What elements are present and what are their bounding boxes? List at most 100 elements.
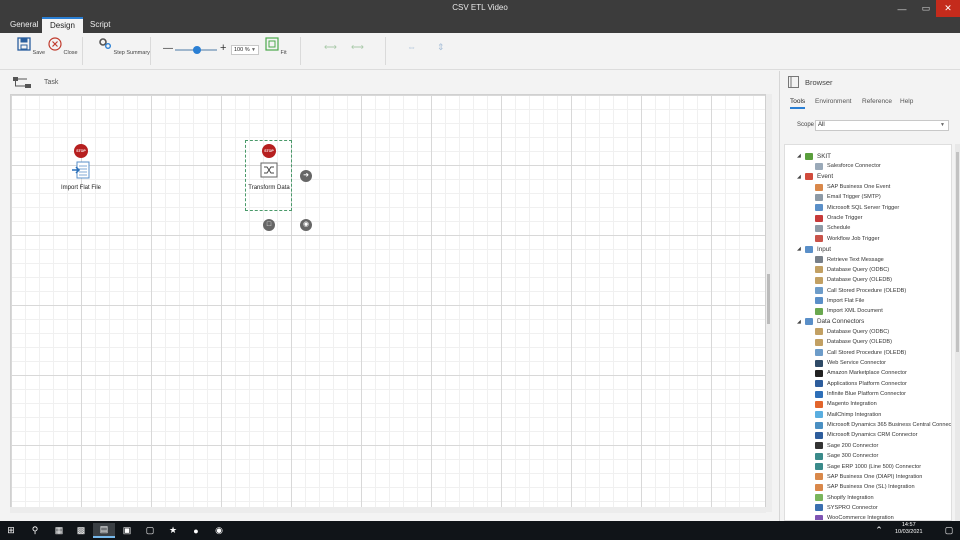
tree-scrollbar[interactable] [955, 144, 960, 521]
close-button[interactable]: Close [48, 37, 78, 56]
tree-item[interactable]: Workflow Job Trigger [815, 234, 879, 244]
task-flow-icon [13, 77, 31, 88]
tool-icon [815, 431, 823, 439]
tree-item[interactable]: Import Flat File [815, 296, 864, 306]
tree-category[interactable]: ◢ Data Connectors [797, 317, 864, 327]
search-icon[interactable]: ⚲ [24, 523, 46, 538]
app-icon[interactable]: ● [185, 523, 207, 538]
tree-item[interactable]: Amazon Marketplace Connector [815, 368, 907, 378]
system-clock[interactable]: 14:57 10/03/2021 [895, 522, 923, 536]
tree-item[interactable]: Applications Platform Connector [815, 379, 907, 389]
zoom-slider-thumb[interactable] [193, 46, 201, 54]
tree-item[interactable]: Web Service Connector [815, 358, 886, 368]
tree-item[interactable]: Shopify Integration [815, 493, 874, 503]
step-summary-button[interactable]: Step Summary [98, 37, 150, 56]
minimize-button[interactable]: — [890, 0, 914, 17]
tab-design[interactable]: Design [42, 17, 83, 33]
fit-icon [265, 37, 279, 51]
tree-label: Salesforce Connector [827, 163, 881, 170]
fit-button[interactable]: Fit [265, 37, 287, 56]
step-summary-label: Step Summary [113, 50, 150, 56]
browser-tab-environment[interactable]: Environment [815, 98, 852, 105]
expand-caret-icon[interactable]: ◢ [797, 319, 805, 325]
tree-item[interactable]: Microsoft SQL Server Trigger [815, 203, 899, 213]
scroll-thumb[interactable] [767, 274, 770, 324]
close-window-button[interactable]: ✕ [936, 0, 960, 17]
delete-step-icon[interactable]: □ [263, 219, 275, 231]
stop-badge: STOP [74, 144, 88, 158]
chrome-icon[interactable]: ◉ [208, 523, 230, 538]
file-explorer-icon[interactable]: ▩ [70, 523, 92, 538]
expand-caret-icon[interactable]: ◢ [797, 153, 805, 159]
node-import-flat-file[interactable]: STOP Import Flat File [58, 144, 104, 191]
app-icon[interactable]: ▣ [116, 523, 138, 538]
browser-tab-reference[interactable]: Reference [862, 98, 892, 105]
tree-item[interactable]: Email Trigger (SMTP) [815, 192, 881, 202]
tree-item[interactable]: SAP Business One (DIAPI) Integration [815, 472, 922, 482]
expand-caret-icon[interactable]: ◢ [797, 246, 805, 252]
tree-item[interactable]: Database Query (ODBC) [815, 327, 889, 337]
category-icon [805, 152, 813, 160]
comment-step-icon[interactable]: ◉ [300, 219, 312, 231]
app-icon[interactable]: ★ [162, 523, 184, 538]
app-icon[interactable]: ▢ [139, 523, 161, 538]
scope-select[interactable]: All ▼ [815, 120, 949, 131]
maximize-button[interactable]: ▭ [914, 0, 938, 17]
tree-category[interactable]: ◢ SKIT [797, 151, 831, 161]
next-step-icon[interactable]: ➜ [300, 170, 312, 182]
tree-item[interactable]: Microsoft Dynamics 365 Business Central … [815, 420, 951, 430]
tree-item[interactable]: MailChimp Integration [815, 410, 881, 420]
tree-item[interactable]: Database Query (OLEDB) [815, 275, 892, 285]
zoom-select[interactable]: 100 % ▼ [231, 45, 259, 55]
tree-item[interactable]: Magento Integration [815, 399, 877, 409]
distribute-horizontal-icon[interactable]: ⇔ [407, 42, 419, 52]
tree-label: Call Stored Procedure (OLEDB) [827, 287, 907, 294]
tree-item[interactable]: Retrieve Text Message [815, 255, 884, 265]
canvas-horizontal-scrollbar[interactable] [10, 507, 766, 513]
tree-category[interactable]: ◢ Input [797, 244, 831, 254]
tree-item[interactable]: Sage 300 Connector [815, 451, 878, 461]
tab-general[interactable]: General [2, 17, 46, 33]
etl-app-icon[interactable]: ▤ [93, 523, 115, 538]
tree-item[interactable]: SAP Business One Event [815, 182, 890, 192]
tree-item[interactable]: SAP Business One (SL) Integration [815, 482, 915, 492]
task-header [0, 71, 778, 93]
scroll-thumb[interactable] [956, 152, 959, 352]
system-tray-icon[interactable]: ⌃ [868, 523, 890, 538]
zoom-in-button[interactable]: + [220, 42, 226, 54]
tree-item[interactable]: Schedule [815, 223, 850, 233]
tree-item[interactable]: Sage ERP 1000 (Line 500) Connector [815, 462, 921, 472]
tree-category[interactable]: ◢ Event [797, 172, 833, 182]
tree-item[interactable]: Import XML Document [815, 306, 883, 316]
node-transform-data[interactable]: STOP Transform Data [246, 144, 292, 191]
expand-caret-icon[interactable]: ◢ [797, 174, 805, 180]
browser-tab-tools[interactable]: Tools [790, 98, 806, 109]
align-left-icon[interactable]: ⟷ [324, 42, 337, 52]
tool-icon [815, 452, 823, 460]
tree-item[interactable]: Call Stored Procedure (OLEDB) [815, 286, 906, 296]
tree-item[interactable]: Call Stored Procedure (OLEDB) [815, 348, 906, 358]
notifications-icon[interactable]: ▢ [938, 523, 960, 538]
browser-tab-help[interactable]: Help [900, 98, 913, 105]
task-view-icon[interactable]: ▦ [48, 523, 70, 538]
start-icon[interactable]: ⊞ [0, 523, 22, 538]
save-button[interactable]: Save [17, 37, 45, 56]
tree-item[interactable]: Sage 200 Connector [815, 441, 878, 451]
design-canvas[interactable] [10, 94, 766, 512]
zoom-out-button[interactable]: — [163, 43, 173, 54]
tree-item[interactable]: WooCommerce Integration [815, 513, 894, 520]
tree-item[interactable]: Microsoft Dynamics CRM Connector [815, 430, 917, 440]
distribute-vertical-icon[interactable]: ⇕ [437, 42, 449, 52]
tree-item[interactable]: Salesforce Connector [815, 161, 881, 171]
tree-item[interactable]: Infinite Blue Platform Connector [815, 389, 906, 399]
tree-label: Import XML Document [827, 308, 883, 315]
canvas-vertical-scrollbar[interactable] [766, 94, 772, 512]
tool-icon [815, 494, 823, 502]
tree-item[interactable]: SYSPRO Connector [815, 503, 878, 513]
tab-script[interactable]: Script [82, 17, 118, 33]
tree-item[interactable]: Database Query (ODBC) [815, 265, 889, 275]
tree-item[interactable]: Database Query (OLEDB) [815, 337, 892, 347]
align-center-icon[interactable]: ⟷ [351, 42, 364, 52]
tree-label: Input [817, 245, 832, 253]
tree-item[interactable]: Oracle Trigger [815, 213, 862, 223]
